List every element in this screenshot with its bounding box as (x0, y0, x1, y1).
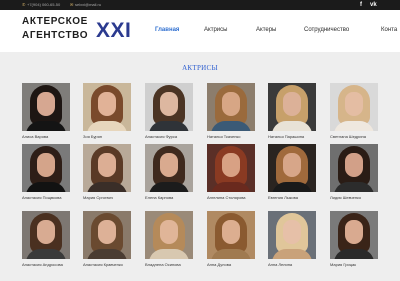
actress-photo[interactable] (83, 211, 131, 259)
actress-photo[interactable] (22, 211, 70, 259)
photo-body (26, 182, 66, 192)
photo-face (222, 92, 240, 116)
actress-photo[interactable] (22, 144, 70, 192)
photo-body (149, 182, 189, 192)
phone-icon: ✆ (22, 2, 26, 7)
actress-name[interactable]: Елена Карпова (145, 195, 203, 200)
actress-photo[interactable] (330, 144, 378, 192)
photo-face (98, 153, 116, 177)
photo-face (283, 153, 301, 177)
photo-body (334, 249, 374, 259)
photo-body (334, 182, 374, 192)
nav-cooperation[interactable]: Сотрудничество (304, 27, 349, 34)
actress-name[interactable]: Евгения Лыкова (268, 195, 326, 200)
actress-photo[interactable] (330, 211, 378, 259)
photo-body (87, 249, 127, 259)
photo-face (283, 220, 301, 244)
actress-photo[interactable] (207, 211, 255, 259)
photo-face (37, 220, 55, 244)
actress-name[interactable]: Светлана Шедрина (330, 134, 388, 139)
mail-icon: ✉ (70, 2, 74, 7)
actress-name[interactable]: Анастасия Андросова (22, 262, 80, 267)
actress-name[interactable]: Анастасия Кравченко (83, 262, 141, 267)
actress-photo[interactable] (207, 83, 255, 131)
nav-actors[interactable]: Актеры (256, 27, 276, 34)
actress-name[interactable]: Анна Дулова (207, 262, 265, 267)
actress-photo[interactable] (83, 83, 131, 131)
photo-body (211, 249, 251, 259)
photo-face (345, 92, 363, 116)
phone-number: +7(904) 060-65-50 (27, 2, 61, 7)
actress-photo[interactable] (22, 83, 70, 131)
actress-name[interactable]: Ангелина Столярова (207, 195, 265, 200)
photo-face (345, 153, 363, 177)
photo-body (26, 121, 66, 131)
phone-contact[interactable]: ✆ +7(904) 060-65-50 (22, 2, 60, 7)
actress-name[interactable]: Анастасия Пощвкова (22, 195, 80, 200)
photo-body (334, 121, 374, 131)
photo-face (160, 153, 178, 177)
photo-face (160, 220, 178, 244)
photo-face (222, 220, 240, 244)
nav-main[interactable]: Главная (155, 27, 179, 34)
photo-body (211, 121, 251, 131)
actress-name[interactable]: Анастасия Фурса (145, 134, 203, 139)
nav-actresses[interactable]: Актрисы (204, 27, 227, 34)
actress-photo[interactable] (268, 211, 316, 259)
photo-body (149, 121, 189, 131)
email-address: selxxi@mail.ru (75, 2, 102, 7)
photo-body (26, 249, 66, 259)
actress-photo[interactable] (145, 211, 193, 259)
photo-body (87, 121, 127, 131)
actress-photo[interactable] (207, 144, 255, 192)
photo-face (222, 153, 240, 177)
facebook-icon[interactable]: f (360, 1, 362, 9)
actress-name[interactable]: Лидия Шевченко (330, 195, 388, 200)
photo-body (149, 249, 189, 259)
section-title: АКТРИСЫ (182, 64, 218, 72)
photo-face (345, 220, 363, 244)
photo-face (160, 92, 178, 116)
actress-name[interactable]: Мария Сргогвич (83, 195, 141, 200)
vk-icon[interactable]: vk (370, 1, 377, 9)
photo-face (98, 220, 116, 244)
photo-body (272, 121, 312, 131)
email-contact[interactable]: ✉ selxxi@mail.ru (70, 2, 101, 7)
photo-body (211, 182, 251, 192)
actress-photo[interactable] (83, 144, 131, 192)
actress-name[interactable]: Алиса Варова (22, 134, 80, 139)
actress-photo[interactable] (145, 144, 193, 192)
actress-name[interactable]: Анна Лелина (268, 262, 326, 267)
logo-line-2[interactable]: АГЕНТСТВО (22, 30, 88, 41)
photo-body (87, 182, 127, 192)
photo-body (272, 182, 312, 192)
actress-name[interactable]: Владлена Осипова (145, 262, 203, 267)
actress-name[interactable]: Наталья Парашина (268, 134, 326, 139)
actress-name[interactable]: Наталья Ткаченко (207, 134, 265, 139)
top-bar: ✆ +7(904) 060-65-50 ✉ selxxi@mail.ru f vk (0, 0, 400, 10)
photo-face (98, 92, 116, 116)
photo-face (37, 92, 55, 116)
photo-body (272, 249, 312, 259)
actress-photo[interactable] (268, 144, 316, 192)
nav-contacts[interactable]: Конта (381, 27, 397, 34)
actress-name[interactable]: Мария Грицак (330, 262, 388, 267)
logo-line-1[interactable]: АКТЕРСКОЕ (22, 16, 88, 27)
actress-photo[interactable] (330, 83, 378, 131)
actress-photo[interactable] (145, 83, 193, 131)
photo-face (37, 153, 55, 177)
photo-face (283, 92, 301, 116)
logo-roman-numeral[interactable]: XXI (96, 20, 131, 42)
actress-photo[interactable] (268, 83, 316, 131)
actress-name[interactable]: Зоя Бурян (83, 134, 141, 139)
